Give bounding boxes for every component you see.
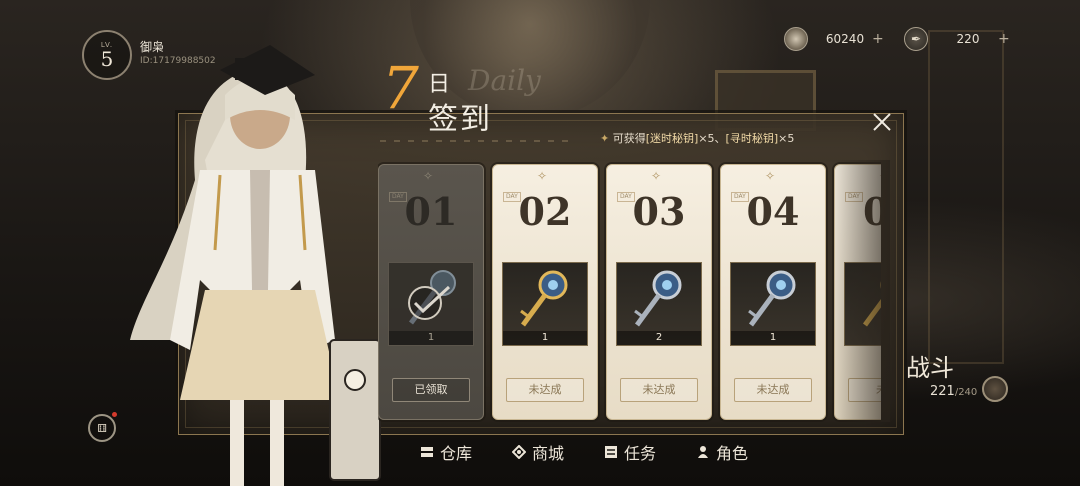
nav-character[interactable]: 角色 <box>696 438 748 466</box>
warehouse-icon <box>421 447 433 457</box>
day-number: 02 <box>518 189 572 234</box>
nav-label: 任务 <box>624 444 657 463</box>
close-button[interactable] <box>866 106 898 138</box>
nav-warehouse[interactable]: 仓库 <box>420 438 472 466</box>
gold-key-icon <box>862 281 881 327</box>
quill-icon: ✒ <box>904 27 928 51</box>
dice-button[interactable]: ⚅ <box>88 414 116 442</box>
nav-shop[interactable]: 商城 <box>512 438 564 466</box>
quill-value: 220 <box>956 32 980 46</box>
star-icon: ✧ <box>423 169 434 183</box>
dice-icon: ⚅ <box>97 421 107 435</box>
quill-add-button[interactable]: + <box>998 31 1010 47</box>
stamina-max: /240 <box>954 387 978 398</box>
title-daily: Daily <box>468 64 541 97</box>
character-icon <box>698 446 709 458</box>
status-not-achieved[interactable]: 未达成 <box>506 378 584 402</box>
item-quantity: 2 <box>617 331 701 345</box>
reward-description: ✦ 可获得[迷时秘钥]×5、[寻时秘钥]×5 <box>600 130 794 146</box>
status-not-achieved[interactable]: 未达成 <box>620 378 698 402</box>
day-number: 01 <box>404 189 458 234</box>
star-icon: ✧ <box>879 169 881 183</box>
day-card-5[interactable]: ✧ DAY 0 未达 <box>834 164 881 420</box>
day-number: 03 <box>632 189 686 234</box>
shop-icon <box>512 445 527 459</box>
star-icon: ✧ <box>651 169 662 183</box>
reward-prefix: 可获得 <box>612 132 646 145</box>
reward-mult-2: ×5 <box>778 132 795 145</box>
silver-key-icon <box>634 270 682 327</box>
day-card-1[interactable]: ✧ DAY 01 1 已领取 <box>378 164 484 420</box>
status-not-achieved[interactable]: 未达成 <box>734 378 812 402</box>
status-claimed[interactable]: 已领取 <box>392 378 470 402</box>
star-icon: ✧ <box>765 169 776 183</box>
check-icon <box>408 285 451 320</box>
item-quantity: 1 <box>503 331 587 345</box>
stamina-current: 221 <box>930 384 955 399</box>
battle-icon[interactable] <box>982 376 1008 402</box>
bottom-nav: 仓库 商城 任务 角色 <box>420 438 788 466</box>
background-frame <box>928 30 1004 364</box>
item-quantity: 1 <box>389 331 473 345</box>
close-icon <box>873 113 891 131</box>
character-illustration <box>130 45 381 486</box>
gold-key-icon <box>520 270 568 327</box>
day-number: 04 <box>746 189 800 234</box>
coin-icon <box>784 27 808 51</box>
task-icon <box>605 446 618 458</box>
reward-item[interactable] <box>844 262 881 346</box>
silver-key-icon <box>748 270 796 327</box>
nav-label: 商城 <box>532 444 565 463</box>
coin-value: 60240 <box>825 32 865 46</box>
currency-coin: 60240 + <box>784 27 884 51</box>
nav-label: 仓库 <box>440 444 473 463</box>
coin-add-button[interactable]: + <box>872 31 884 47</box>
reward-item[interactable]: 1 <box>388 262 474 346</box>
item-quantity: 1 <box>731 331 815 345</box>
day-cards-strip[interactable]: ✧ DAY 01 1 已领取 ✧ DAY 02 1 未达成 ✧ DAY 03 2… <box>378 160 881 422</box>
nav-label: 角色 <box>716 444 749 463</box>
reward-item[interactable]: 1 <box>730 262 816 346</box>
day-card-3[interactable]: ✧ DAY 03 2 未达成 <box>606 164 712 420</box>
reward-item[interactable]: 1 <box>502 262 588 346</box>
day-card-2[interactable]: ✧ DAY 02 1 未达成 <box>492 164 598 420</box>
battle-label[interactable]: 战斗 <box>906 348 954 383</box>
title-checkin: 签到 <box>428 102 492 137</box>
star-icon: ✧ <box>537 169 548 183</box>
sparkle-icon: ✦ <box>600 132 613 145</box>
nav-task[interactable]: 任务 <box>604 438 656 466</box>
status-not-achieved[interactable]: 未达 <box>848 378 881 402</box>
reward-mult-1: ×5、 <box>698 132 726 145</box>
title-decoration <box>380 140 570 142</box>
notification-dot <box>112 412 117 417</box>
stamina-readout: 221/240 <box>930 384 977 399</box>
day-card-4[interactable]: ✧ DAY 04 1 未达成 <box>720 164 826 420</box>
reward-item-1: [迷时秘钥] <box>645 132 699 145</box>
title-seven: 7 <box>382 54 419 122</box>
currency-quill: ✒ 220 + <box>904 27 1010 51</box>
reward-item-2: [寻时秘钥] <box>725 132 779 145</box>
day-number: 0 <box>835 189 881 234</box>
reward-item[interactable]: 2 <box>616 262 702 346</box>
